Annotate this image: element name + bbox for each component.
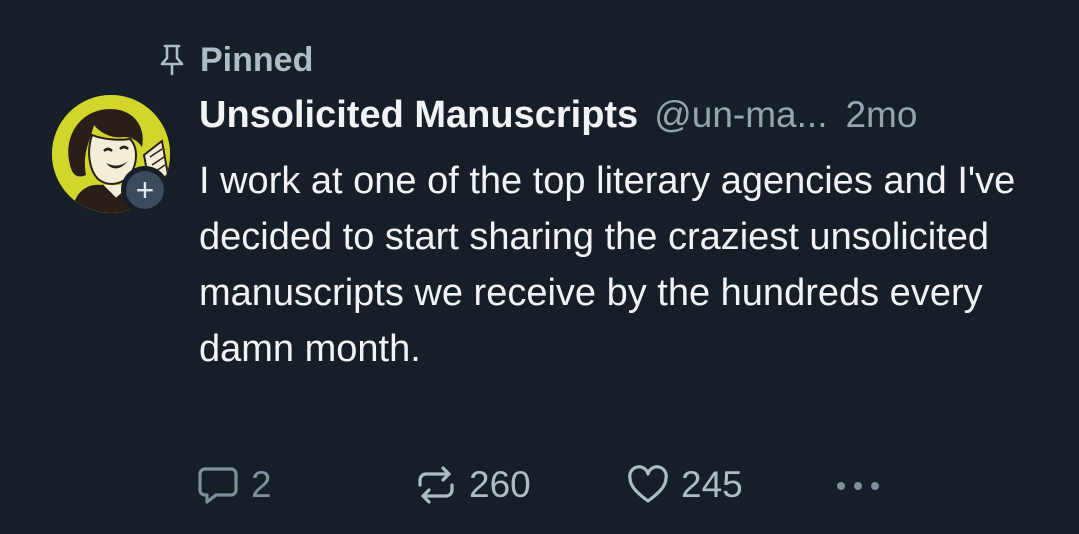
ellipsis-icon bbox=[837, 482, 879, 490]
heart-icon bbox=[628, 465, 668, 503]
author-handle[interactable]: @un-ma... bbox=[654, 94, 827, 136]
post-text: I work at one of the top literary agenci… bbox=[199, 160, 1016, 370]
reply-button[interactable]: 2 bbox=[197, 462, 272, 508]
follow-button[interactable]: + bbox=[121, 166, 169, 214]
like-button[interactable]: 245 bbox=[627, 462, 743, 508]
pinned-indicator: Pinned bbox=[158, 38, 313, 82]
post-actions: 2 260 245 bbox=[197, 462, 897, 508]
repost-button[interactable]: 260 bbox=[415, 462, 531, 508]
plus-icon: + bbox=[126, 171, 164, 209]
more-options-button[interactable] bbox=[833, 462, 885, 508]
post-header: Unsolicited Manuscripts @un-ma... 2mo bbox=[199, 94, 917, 144]
repost-arrows-icon bbox=[418, 466, 454, 504]
pin-icon bbox=[160, 44, 184, 76]
pinned-label: Pinned bbox=[200, 40, 314, 79]
speech-bubble-icon bbox=[198, 467, 238, 504]
post-timestamp[interactable]: 2mo bbox=[845, 94, 917, 136]
author-display-name[interactable]: Unsolicited Manuscripts bbox=[199, 94, 638, 137]
like-count: 245 bbox=[681, 464, 743, 505]
reply-count: 2 bbox=[251, 464, 272, 505]
repost-count: 260 bbox=[469, 464, 531, 505]
